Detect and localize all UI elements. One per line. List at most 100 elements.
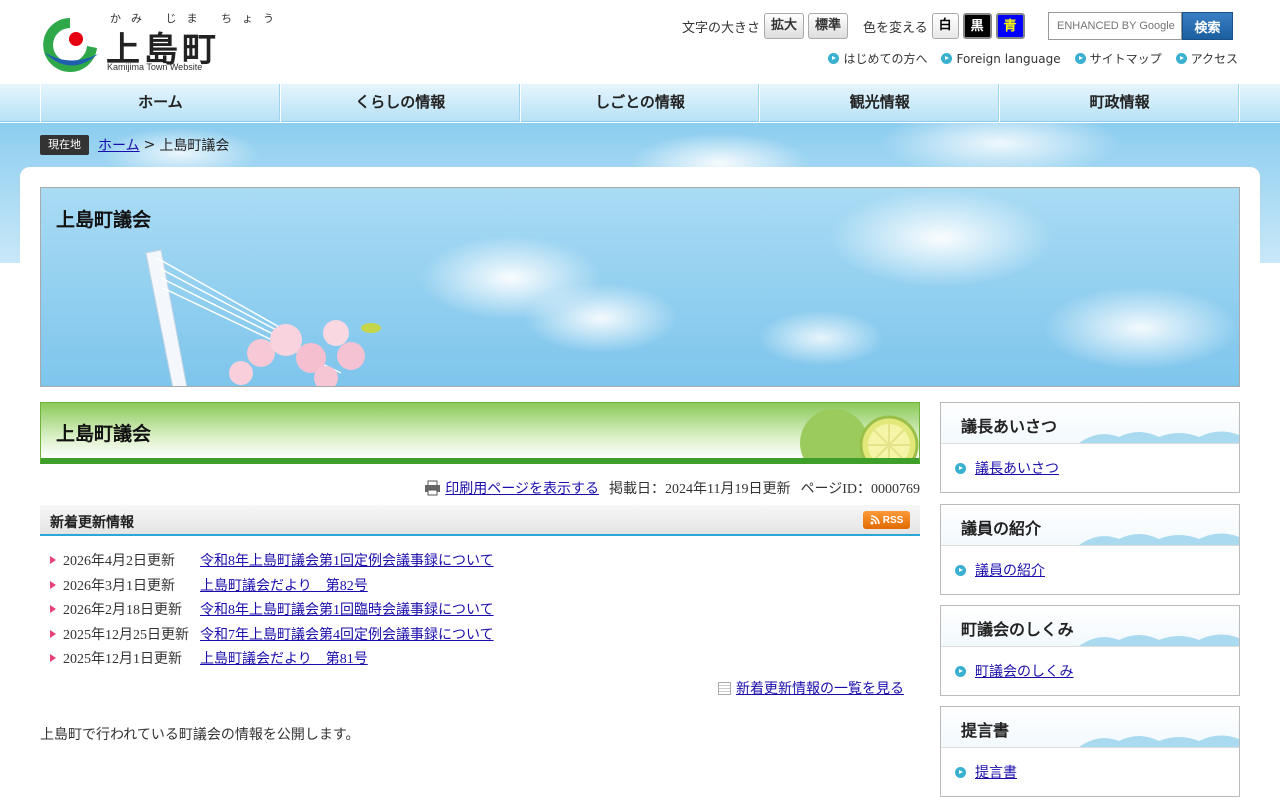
page-title: 上島町議会: [56, 423, 152, 445]
news-link[interactable]: 上島町議会だより 第81号: [200, 648, 368, 668]
breadcrumb: 現在地 ホーム > 上島町議会: [40, 135, 229, 155]
rss-button[interactable]: RSS: [863, 511, 910, 529]
hero-banner: 上島町議会: [40, 187, 1240, 387]
posted-date: 掲載日：2024年11月19日更新: [609, 482, 791, 497]
news-date: 2026年2月18日更新: [63, 603, 182, 619]
global-nav: ホーム くらしの情報 しごとの情報 観光情報 町政情報: [0, 84, 1280, 122]
sidebar-box-title: 議員の紹介: [961, 519, 1042, 538]
news-item: 2026年3月1日更新 上島町議会だより 第82号: [50, 573, 910, 598]
breadcrumb-separator: >: [143, 137, 156, 153]
sublink-first-visit[interactable]: はじめての方へ: [828, 50, 927, 67]
sidebar-link-members[interactable]: 議員の紹介: [975, 560, 1045, 580]
color-blue-button[interactable]: 青: [995, 13, 1025, 39]
sidebar-box-chair-greeting: 議長あいさつ 議長あいさつ: [940, 402, 1240, 493]
color-white-button[interactable]: 白: [931, 13, 959, 39]
rss-icon: [870, 515, 880, 525]
page-title-bar: 上島町議会: [40, 402, 920, 464]
list-icon: [718, 681, 731, 695]
sidebar-box-body: 提言書: [941, 748, 1239, 796]
arrow-circle-icon: [955, 665, 966, 677]
sublink-label: アクセス: [1190, 52, 1238, 66]
news-link[interactable]: 令和8年上島町議会第1回定例会議事録について: [200, 550, 494, 570]
search-input[interactable]: [1048, 12, 1182, 40]
sublink-access[interactable]: アクセス: [1175, 50, 1238, 67]
news-item: 2025年12月1日更新 上島町議会だより 第81号: [50, 646, 910, 671]
printer-icon: [425, 480, 441, 496]
bullet-triangle-icon: [50, 629, 56, 638]
breadcrumb-home-link[interactable]: ホーム: [98, 135, 140, 155]
sidebar-box-header: 提言書: [941, 707, 1239, 748]
site-header: かみ じま ちょう 上島町 Kamijima Town Website 文字の大…: [0, 0, 1280, 84]
current-location-badge: 現在地: [40, 135, 89, 155]
nav-item-tourism[interactable]: 観光情報: [760, 84, 1001, 122]
sidebar-link-chair-greeting[interactable]: 議長あいさつ: [975, 458, 1059, 478]
search-button[interactable]: 検索: [1182, 12, 1233, 40]
arrow-circle-icon: [1074, 53, 1086, 64]
nav-item-home[interactable]: ホーム: [41, 84, 281, 122]
bullet-triangle-icon: [50, 556, 56, 565]
nav-item-town-admin[interactable]: 町政情報: [1000, 84, 1240, 122]
print-page-link[interactable]: 印刷用ページを表示する: [445, 478, 599, 498]
arrow-circle-icon: [955, 766, 966, 778]
arrow-circle-icon: [828, 53, 840, 64]
sidebar-link-proposals[interactable]: 提言書: [975, 762, 1017, 782]
news-item: 2025年12月25日更新 令和7年上島町議会第4回定例会議事録について: [50, 622, 910, 647]
news-more-row: 新着更新情報の一覧を見る: [40, 678, 904, 698]
wave-decoration: [1079, 431, 1239, 443]
sublink-sitemap[interactable]: サイトマップ: [1074, 50, 1162, 67]
arrow-circle-icon: [941, 53, 953, 64]
logo-subtitle: Kamijima Town Website: [107, 62, 203, 72]
sidebar-box-title: 議長あいさつ: [961, 417, 1058, 436]
wave-decoration: [1079, 634, 1239, 646]
font-enlarge-button[interactable]: 拡大: [764, 13, 805, 39]
wave-decoration: [1079, 735, 1239, 747]
sublink-label: Foreign language: [956, 51, 1061, 66]
sidebar-box-header: 議長あいさつ: [941, 403, 1239, 444]
sidebar-box-header: 議員の紹介: [941, 505, 1239, 546]
sidebar-box-body: 議員の紹介: [941, 546, 1239, 594]
news-list: 2026年4月2日更新 令和8年上島町議会第1回定例会議事録について 2026年3…: [50, 548, 910, 671]
arrow-circle-icon: [955, 462, 966, 474]
site-logo[interactable]: かみ じま ちょう 上島町 Kamijima Town Website: [40, 10, 274, 76]
rss-label: RSS: [882, 514, 904, 526]
breadcrumb-current: 上島町議会: [159, 138, 230, 154]
site-search: 検索: [1048, 12, 1233, 40]
bullet-triangle-icon: [50, 654, 56, 663]
color-controls: 色を変える 白 黒 青: [863, 12, 1025, 40]
news-link[interactable]: 令和8年上島町議会第1回臨時会議事録について: [200, 599, 494, 619]
bullet-triangle-icon: [50, 605, 56, 614]
intro-text: 上島町で行われている町議会の情報を公開します。: [40, 728, 360, 743]
news-item: 2026年4月2日更新 令和8年上島町議会第1回定例会議事録について: [50, 548, 910, 573]
page-id: ページID：0000769: [800, 482, 921, 497]
sidebar-box-body: 議長あいさつ: [941, 444, 1239, 492]
font-standard-button[interactable]: 標準: [808, 13, 849, 39]
news-more-link[interactable]: 新着更新情報の一覧を見る: [736, 678, 904, 698]
bullet-triangle-icon: [50, 580, 56, 589]
sidebar-box-body: 町議会のしくみ: [941, 647, 1239, 695]
bridge-and-blossom-illustration: [145, 249, 381, 386]
page-meta: 印刷用ページを表示する 掲載日：2024年11月19日更新 ページID：0000…: [40, 478, 920, 498]
news-date: 2026年4月2日更新: [63, 554, 175, 570]
news-link[interactable]: 令和7年上島町議会第4回定例会議事録について: [200, 624, 494, 644]
news-link[interactable]: 上島町議会だより 第82号: [200, 575, 368, 595]
font-size-controls: 文字の大きさ 拡大 標準: [682, 12, 849, 40]
sublink-label: サイトマップ: [1089, 52, 1162, 66]
citrus-decoration: [800, 409, 919, 458]
news-date: 2025年12月1日更新: [63, 652, 182, 668]
color-label: 色を変える: [863, 20, 928, 36]
sublink-label: はじめての方へ: [843, 52, 928, 66]
header-sublinks: はじめての方へ Foreign language サイトマップ アクセス: [828, 50, 1238, 67]
nav-item-business[interactable]: しごとの情報: [521, 84, 761, 122]
sidebar-box-members: 議員の紹介 議員の紹介: [940, 504, 1240, 595]
color-black-button[interactable]: 黒: [962, 13, 992, 39]
sublink-foreign-language[interactable]: Foreign language: [941, 50, 1061, 67]
arrow-circle-icon: [1175, 53, 1187, 64]
sidebar-box-system: 町議会のしくみ 町議会のしくみ: [940, 605, 1240, 696]
sidebar-box-header: 町議会のしくみ: [941, 606, 1239, 647]
sidebar-link-system[interactable]: 町議会のしくみ: [975, 661, 1074, 681]
news-item: 2026年2月18日更新 令和8年上島町議会第1回臨時会議事録について: [50, 597, 910, 622]
news-date: 2025年12月25日更新: [63, 627, 189, 643]
arrow-circle-icon: [955, 564, 966, 576]
nav-item-living[interactable]: くらしの情報: [281, 84, 521, 122]
town-emblem-icon: [43, 18, 98, 72]
